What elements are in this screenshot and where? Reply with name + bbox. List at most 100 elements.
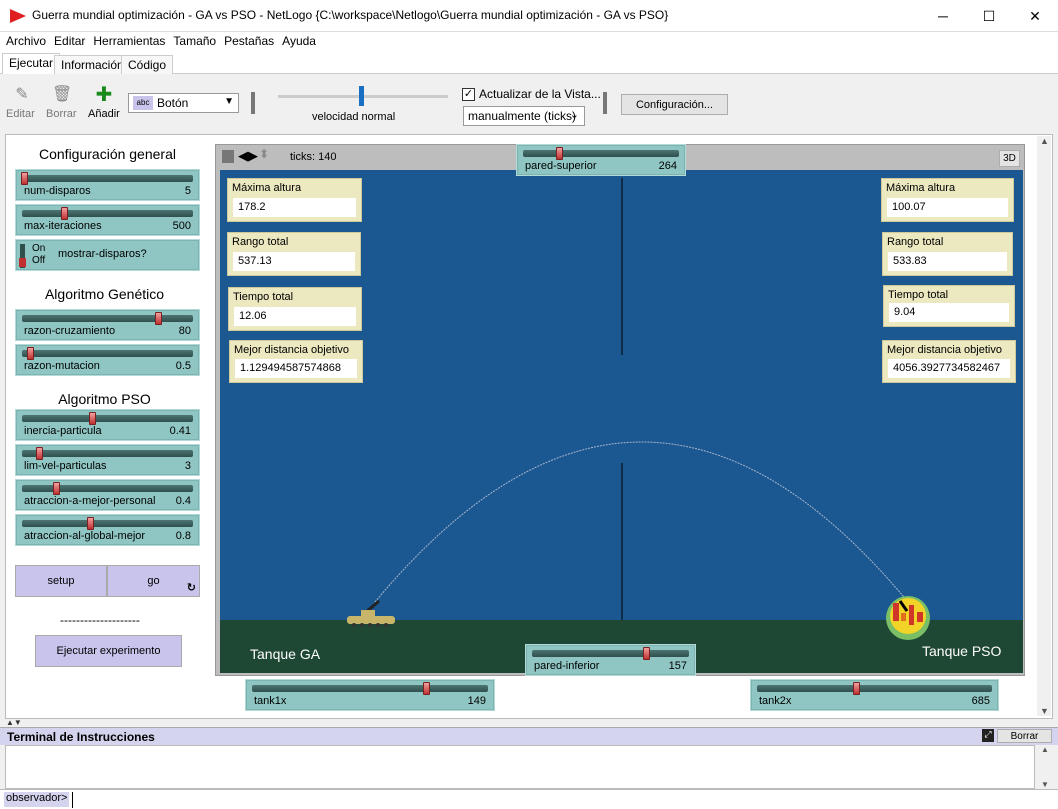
agent-select[interactable]: observador>	[4, 792, 70, 807]
button-widget-icon: abc	[133, 96, 153, 110]
tank-ga-label: Tanque GA	[250, 646, 321, 662]
edit-button[interactable]: Editar	[6, 108, 35, 120]
slider-value: 264	[658, 160, 677, 172]
ga-mejor-distancia-monitor: Mejor distancia objetivo 1.12949458757486…	[229, 340, 363, 383]
slider-handle[interactable]	[643, 647, 650, 660]
trash-icon: 🗑	[52, 86, 73, 103]
slider-handle[interactable]	[423, 682, 430, 695]
settings-button[interactable]: Configuración...	[621, 94, 728, 115]
maximize-button[interactable]: ☐	[966, 0, 1012, 32]
command-input[interactable]	[72, 792, 1052, 808]
scroll-up-icon[interactable]: ▲	[1040, 136, 1049, 146]
tank2x-slider[interactable]: tank2x 685	[750, 679, 999, 711]
delete-button[interactable]: Borrar	[46, 108, 77, 120]
monitor-label: Máxima altura	[886, 182, 956, 194]
slider-handle[interactable]	[53, 482, 60, 495]
mostrar-disparos-switch[interactable]: On Off mostrar-disparos?	[15, 239, 200, 271]
slider-value: 0.4	[175, 495, 191, 507]
tab-informacion[interactable]: Información	[54, 55, 131, 74]
ga-max-altura-monitor: Máxima altura 178.2	[227, 178, 362, 222]
arrows-icon[interactable]: ◀▶	[238, 148, 258, 164]
run-experiment-button[interactable]: Ejecutar experimento	[35, 635, 182, 667]
add-button[interactable]: Añadir	[88, 108, 120, 120]
slider-value: 5	[184, 185, 191, 197]
pared-superior-slider[interactable]: pared-superior 264	[516, 144, 686, 176]
slider-value: 80	[178, 325, 191, 337]
splitter-arrows-icon[interactable]: ▲▼	[6, 718, 22, 727]
menu-editar[interactable]: Editar	[48, 32, 89, 48]
go-button[interactable]: go ↻	[107, 565, 200, 597]
pso-title: Algoritmo PSO	[58, 391, 151, 407]
monitor-value: 178.2	[233, 198, 356, 217]
slider-handle[interactable]	[27, 347, 34, 360]
monitor-value: 9.04	[889, 303, 1009, 322]
menu-herramientas[interactable]: Herramientas	[87, 32, 169, 48]
general-config-title: Configuración general	[39, 146, 176, 162]
scroll-up-icon[interactable]: ▲	[1041, 745, 1049, 754]
razon-cruzamiento-slider[interactable]: razon-cruzamiento 80	[15, 309, 200, 341]
num-disparos-slider[interactable]: num-disparos 5	[15, 169, 200, 201]
tank-ga-icon	[347, 600, 395, 627]
3d-button[interactable]: 3D	[999, 150, 1020, 167]
slider-handle[interactable]	[89, 412, 96, 425]
tank1x-slider[interactable]: tank1x 149	[245, 679, 495, 711]
speed-slider-handle[interactable]	[359, 86, 364, 106]
scroll-down-icon[interactable]: ▼	[1041, 780, 1049, 789]
tab-ejecutar[interactable]: Ejecutar	[2, 53, 61, 75]
menu-ayuda[interactable]: Ayuda	[276, 32, 320, 48]
inercia-particula-slider[interactable]: inercia-particula 0.41	[15, 409, 200, 441]
go-button-label: go	[147, 575, 160, 587]
widget-type-select[interactable]: abc Botón ▼	[128, 93, 239, 113]
slider-value: 149	[467, 695, 486, 707]
slider-handle[interactable]	[556, 147, 563, 160]
update-view-checkbox[interactable]: ✓	[462, 88, 475, 101]
setup-button[interactable]: setup	[15, 565, 107, 597]
slider-value: 500	[172, 220, 191, 232]
scroll-down-icon[interactable]: ▼	[1040, 706, 1049, 716]
up-down-icon[interactable]: ⬍	[259, 147, 269, 161]
slider-value: 157	[668, 660, 687, 672]
slider-handle[interactable]	[36, 447, 43, 460]
view-size-icon[interactable]	[222, 150, 234, 163]
slider-label: atraccion-a-mejor-personal	[24, 495, 156, 507]
slider-handle[interactable]	[87, 517, 94, 530]
monitor-label: Máxima altura	[232, 182, 302, 194]
output-scrollbar[interactable]: ▲ ▼	[1037, 745, 1053, 789]
max-iteraciones-slider[interactable]: max-iteraciones 500	[15, 204, 200, 236]
atraccion-personal-slider[interactable]: atraccion-a-mejor-personal 0.4	[15, 479, 200, 511]
tab-bar: Ejecutar Información Código	[0, 52, 1058, 75]
slider-handle[interactable]	[853, 682, 860, 695]
update-mode-value: manualmente (ticks)	[468, 109, 577, 123]
slider-handle[interactable]	[61, 207, 68, 220]
ga-title: Algoritmo Genético	[44, 286, 165, 302]
menu-archivo[interactable]: Archivo	[0, 32, 50, 48]
update-mode-select[interactable]: manualmente (ticks) ⌄	[463, 106, 585, 126]
widget-type-value: Botón	[157, 96, 189, 110]
switch-handle[interactable]	[19, 258, 26, 267]
pso-mejor-distancia-monitor: Mejor distancia objetivo 4056.39277345824…	[882, 340, 1016, 383]
slider-label: razon-cruzamiento	[24, 325, 116, 337]
close-button[interactable]: ✕	[1012, 0, 1058, 32]
slider-label: razon-mutacion	[24, 360, 100, 372]
minimize-button[interactable]: ─	[920, 0, 966, 32]
slider-label: atraccion-al-global-mejor	[24, 530, 146, 542]
title-bar: Guerra mundial optimización - GA vs PSO …	[0, 0, 1058, 32]
slider-handle[interactable]	[155, 312, 162, 325]
clear-button[interactable]: Borrar	[997, 729, 1052, 743]
switch-off-label: Off	[32, 255, 46, 266]
menu-pestanas[interactable]: Pestañas	[218, 32, 278, 48]
command-center-header: Terminal de Instrucciones ⤢ Borrar	[0, 727, 1058, 745]
atraccion-global-slider[interactable]: atraccion-al-global-mejor 0.8	[15, 514, 200, 546]
menu-tamano[interactable]: Tamaño	[167, 32, 220, 48]
razon-mutacion-slider[interactable]: razon-mutacion 0.5	[15, 344, 200, 376]
forever-icon: ↻	[186, 582, 196, 594]
slider-label: tank1x	[254, 695, 287, 707]
pared-inferior-slider[interactable]: pared-inferior 157	[525, 644, 696, 676]
lim-vel-particulas-slider[interactable]: lim-vel-particulas 3	[15, 444, 200, 476]
slider-value: 3	[184, 460, 191, 472]
tab-codigo[interactable]: Código	[121, 55, 174, 74]
slider-handle[interactable]	[21, 172, 28, 185]
expand-icon[interactable]: ⤢	[982, 729, 994, 742]
slider-label: num-disparos	[24, 185, 91, 197]
vertical-scrollbar[interactable]: ▲ ▼	[1037, 136, 1051, 716]
